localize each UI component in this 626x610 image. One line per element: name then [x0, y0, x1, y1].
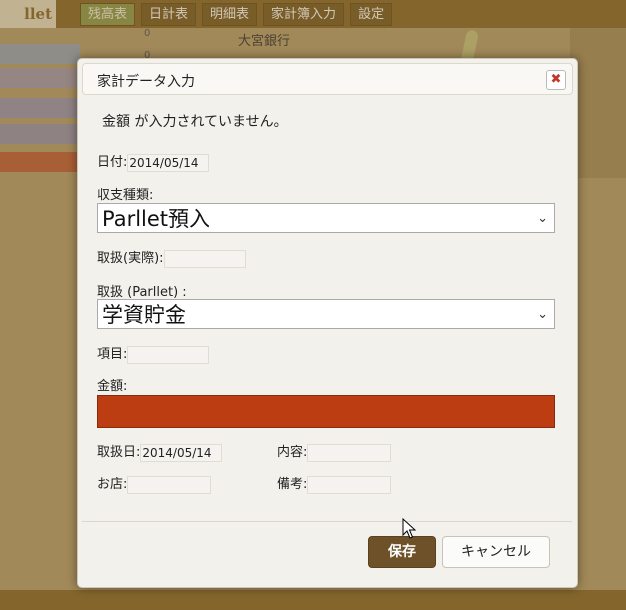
item-row: 項目:: [97, 343, 210, 364]
date-label: 日付:: [97, 155, 128, 170]
content-label: 内容:: [277, 445, 308, 460]
cancel-button[interactable]: キャンセル: [442, 536, 550, 568]
handler-actual-field[interactable]: [163, 249, 246, 268]
handler-actual-row: 取扱(実際):: [97, 247, 246, 268]
handler-parllet-select[interactable]: 学資貯金 ⌄: [97, 299, 555, 329]
footer-divider: [82, 521, 572, 522]
note-label: 備考:: [277, 477, 308, 492]
type-label: 収支種類:: [97, 188, 154, 203]
household-input-dialog: 家計データ入力 ✖ 金額 が入力されていません。 日付: 2014/05/14 収…: [77, 58, 578, 588]
handler-actual-label: 取扱(実際):: [97, 251, 164, 266]
chevron-down-icon: ⌄: [537, 307, 548, 322]
handler-parllet-label: 取扱 (Parllet) :: [97, 285, 187, 300]
handler-parllet-value: 学資貯金: [102, 303, 186, 327]
error-message: 金額 が入力されていません。: [102, 114, 288, 130]
shop-row: お店:: [97, 473, 212, 494]
date-row: 日付: 2014/05/14: [97, 151, 210, 172]
type-select-value: Parllet預入: [102, 207, 211, 231]
date-field[interactable]: 2014/05/14: [127, 153, 210, 172]
note-row: 備考:: [277, 473, 392, 494]
amount-label: 金額:: [97, 379, 128, 394]
handled-date-field[interactable]: 2014/05/14: [140, 443, 223, 462]
save-button[interactable]: 保存: [368, 536, 436, 568]
type-select[interactable]: Parllet預入 ⌄: [97, 203, 555, 233]
mouse-cursor-icon: [402, 518, 416, 539]
close-icon[interactable]: ✖: [546, 70, 566, 90]
content-field[interactable]: [307, 443, 392, 462]
item-field[interactable]: [127, 345, 210, 364]
content-row: 内容:: [277, 441, 392, 462]
handled-date-row: 取扱日: 2014/05/14: [97, 441, 223, 462]
handled-date-label: 取扱日:: [97, 445, 141, 460]
shop-field[interactable]: [127, 475, 212, 494]
amount-input[interactable]: [97, 395, 555, 428]
dialog-title: 家計データ入力: [97, 74, 195, 90]
note-field[interactable]: [307, 475, 392, 494]
item-label: 項目:: [97, 347, 128, 362]
shop-label: お店:: [97, 477, 128, 492]
dialog-header: 家計データ入力 ✖: [82, 63, 573, 95]
chevron-down-icon: ⌄: [537, 211, 548, 226]
